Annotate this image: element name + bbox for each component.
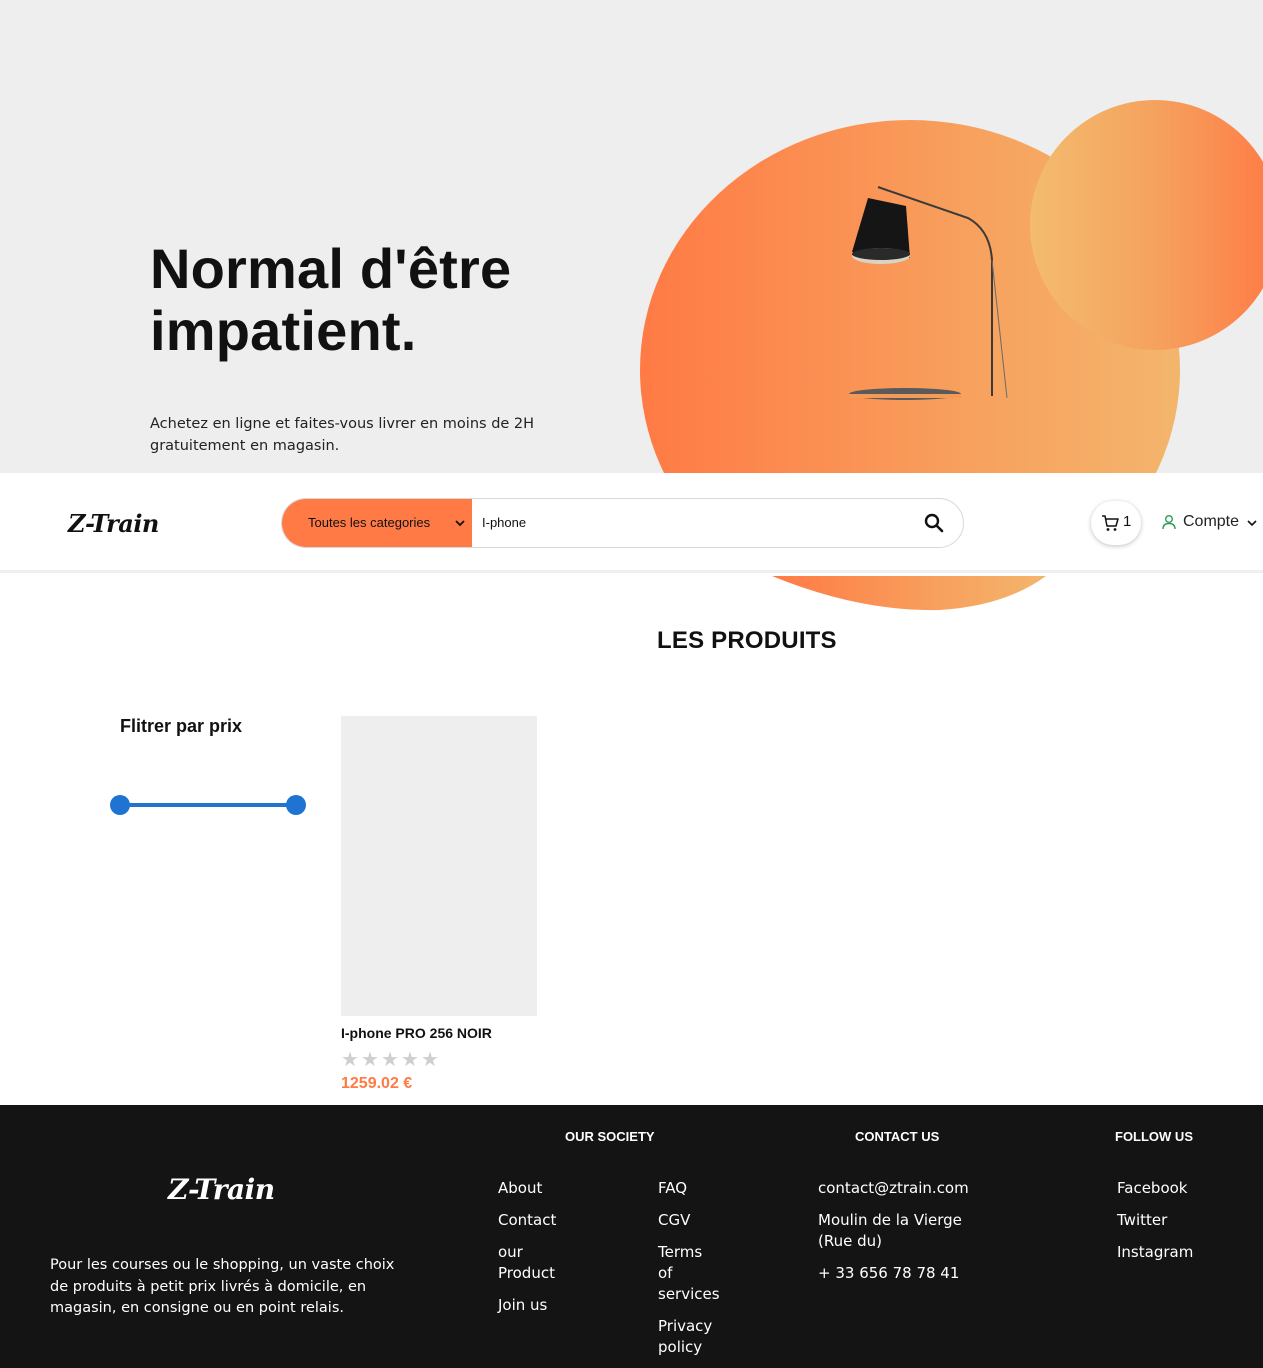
footer-link-twitter[interactable]: Twitter <box>1117 1210 1237 1231</box>
hero-orange-circle <box>1030 100 1263 350</box>
star-icon: ★ <box>381 1047 399 1071</box>
footer-contact-col: contact@ztrain.com Moulin de la Vierge (… <box>818 1178 978 1295</box>
hero-title: Normal d'être impatient. <box>150 238 570 362</box>
footer: Z-Train Pour les courses ou le shopping,… <box>0 1105 1263 1368</box>
footer-logo[interactable]: Z-Train <box>168 1173 275 1206</box>
user-icon <box>1162 515 1176 530</box>
hero-subtitle: Achetez en ligne et faites-vous livrer e… <box>150 413 540 457</box>
star-icon: ★ <box>341 1047 359 1071</box>
footer-contact-email[interactable]: contact@ztrain.com <box>818 1178 978 1199</box>
hero-subtitle-line2: gratuitement en magasin. <box>150 438 340 454</box>
hero-title-line2: impatient. <box>150 299 417 362</box>
footer-link-about[interactable]: About <box>498 1178 568 1199</box>
search-input[interactable]: I-phone <box>482 499 526 547</box>
product-card[interactable]: I-phone PRO 256 NOIR ★ ★ ★ ★ ★ 1259.02 € <box>341 716 537 1101</box>
site-logo[interactable]: Z-Train <box>68 509 159 538</box>
footer-heading-society: OUR SOCIETY <box>565 1129 655 1144</box>
footer-link-faq[interactable]: FAQ <box>658 1178 720 1199</box>
cart-icon <box>1102 515 1119 531</box>
slider-max-handle[interactable] <box>286 795 306 815</box>
footer-contact-address: Moulin de la Vierge (Rue du) <box>818 1211 962 1250</box>
hero-banner: Normal d'être impatient. Achetez en lign… <box>0 0 1263 473</box>
footer-contact-phone[interactable]: + 33 656 78 78 41 <box>818 1263 978 1284</box>
footer-description: Pour les courses ou le shopping, un vast… <box>50 1257 395 1316</box>
price-filter-title: Flitrer par prix <box>120 716 243 736</box>
star-icon: ★ <box>421 1047 439 1071</box>
product-image[interactable] <box>341 716 537 1016</box>
footer-link-instagram[interactable]: Instagram <box>1117 1242 1237 1263</box>
chevron-down-icon <box>1247 520 1257 527</box>
star-icon: ★ <box>361 1047 379 1071</box>
footer-link-contact[interactable]: Contact <box>498 1210 568 1231</box>
footer-link-cgv[interactable]: CGV <box>658 1210 720 1231</box>
footer-link-facebook[interactable]: Facebook <box>1117 1178 1237 1199</box>
hero-subtitle-line1: Achetez en ligne et faites-vous livrer e… <box>150 416 535 432</box>
footer-follow-col: Facebook Twitter Instagram <box>1117 1178 1237 1274</box>
products-title: LES PRODUITS <box>657 627 837 654</box>
product-rating: ★ ★ ★ ★ ★ <box>341 1047 439 1072</box>
lamp-illustration <box>849 186 1008 400</box>
footer-society-col2: FAQ CGV Terms of services Privacy policy <box>658 1178 720 1368</box>
navbar: Z-Train Toutes les categories I-phone 1 <box>0 473 1263 573</box>
search-bar: Toutes les categories I-phone <box>281 498 964 548</box>
slider-min-handle[interactable] <box>110 795 130 815</box>
footer-link-join-us[interactable]: Join us <box>498 1295 568 1316</box>
search-icon[interactable] <box>923 512 945 534</box>
category-select-label: Toutes les categories <box>308 515 431 530</box>
footer-heading-follow: FOLLOW US <box>1115 1129 1193 1144</box>
footer-link-privacy[interactable]: Privacy policy <box>658 1316 720 1358</box>
star-icon: ★ <box>401 1047 419 1071</box>
category-select[interactable]: Toutes les categories <box>282 499 472 547</box>
cart-count: 1 <box>1123 513 1132 530</box>
footer-society-col1: About Contact our Product Join us <box>498 1178 568 1327</box>
account-label: Compte <box>1183 513 1240 530</box>
slider-track <box>120 803 296 807</box>
footer-link-our-product[interactable]: our Product <box>498 1242 568 1284</box>
cart-button[interactable]: 1 <box>1091 501 1141 545</box>
chevron-down-icon <box>455 520 465 527</box>
footer-link-terms[interactable]: Terms of services <box>658 1242 720 1305</box>
product-name[interactable]: I-phone PRO 256 NOIR <box>341 1025 492 1041</box>
footer-heading-contact: CONTACT US <box>855 1129 940 1144</box>
product-price: 1259.02 € <box>341 1075 413 1092</box>
price-range-slider[interactable] <box>108 793 318 817</box>
hero-title-line1: Normal d'être <box>150 237 512 300</box>
